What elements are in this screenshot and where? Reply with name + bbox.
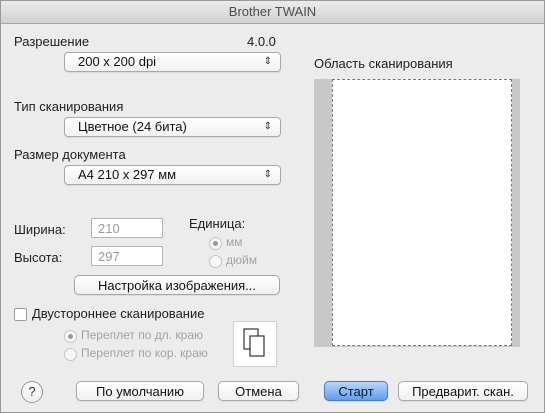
document-size-value: A4 210 x 297 мм: [78, 167, 177, 182]
scan-type-value: Цветное (24 бита): [78, 119, 187, 134]
document-size-label: Размер документа: [14, 147, 126, 162]
up-down-arrows-icon: ⇕: [263, 169, 272, 180]
image-settings-button[interactable]: Настройка изображения...: [74, 275, 280, 295]
scan-type-label: Тип сканирования: [14, 99, 124, 114]
up-down-arrows-icon: ⇕: [263, 56, 272, 67]
height-label: Высота:: [14, 250, 63, 265]
duplex-checkbox[interactable]: [14, 308, 27, 321]
default-button[interactable]: По умолчанию: [76, 381, 204, 401]
unit-inch-label: дюйм: [226, 253, 257, 267]
long-edge-radio[interactable]: [64, 330, 77, 343]
resolution-label: Разрешение: [14, 34, 90, 49]
scan-area-label: Область сканирования: [314, 56, 453, 71]
short-edge-radio[interactable]: [64, 348, 77, 361]
height-field[interactable]: 297: [91, 246, 163, 266]
window-titlebar: Brother TWAIN: [1, 1, 544, 24]
unit-mm-radio[interactable]: [209, 237, 222, 250]
long-edge-label: Переплет по дл. краю: [81, 328, 204, 342]
resolution-value: 200 x 200 dpi: [78, 54, 157, 69]
brother-twain-window: Brother TWAIN Разрешение 4.0.0 200 x 200…: [0, 0, 545, 413]
up-down-arrows-icon: ⇕: [263, 121, 272, 132]
window-title: Brother TWAIN: [228, 4, 317, 19]
width-field[interactable]: 210: [91, 218, 163, 238]
unit-inch-radio[interactable]: [209, 255, 222, 268]
scan-type-popup[interactable]: Цветное (24 бита) ⇕: [64, 117, 281, 137]
width-label: Ширина:: [14, 222, 66, 237]
resolution-popup[interactable]: 200 x 200 dpi ⇕: [64, 52, 281, 72]
duplex-pages-icon: [233, 321, 277, 367]
start-button[interactable]: Старт: [324, 381, 388, 401]
document-size-popup[interactable]: A4 210 x 297 мм ⇕: [64, 165, 281, 185]
scan-area-page[interactable]: [332, 79, 512, 346]
cancel-button[interactable]: Отмена: [218, 381, 299, 401]
unit-label: Единица:: [189, 216, 246, 231]
short-edge-label: Переплет по кор. краю: [81, 346, 208, 360]
version-label: 4.0.0: [247, 34, 276, 49]
question-icon[interactable]: ?: [21, 381, 43, 403]
unit-mm-label: мм: [226, 235, 243, 249]
duplex-label: Двустороннее сканирование: [32, 306, 205, 321]
prescan-button[interactable]: Предварит. скан.: [398, 381, 528, 401]
